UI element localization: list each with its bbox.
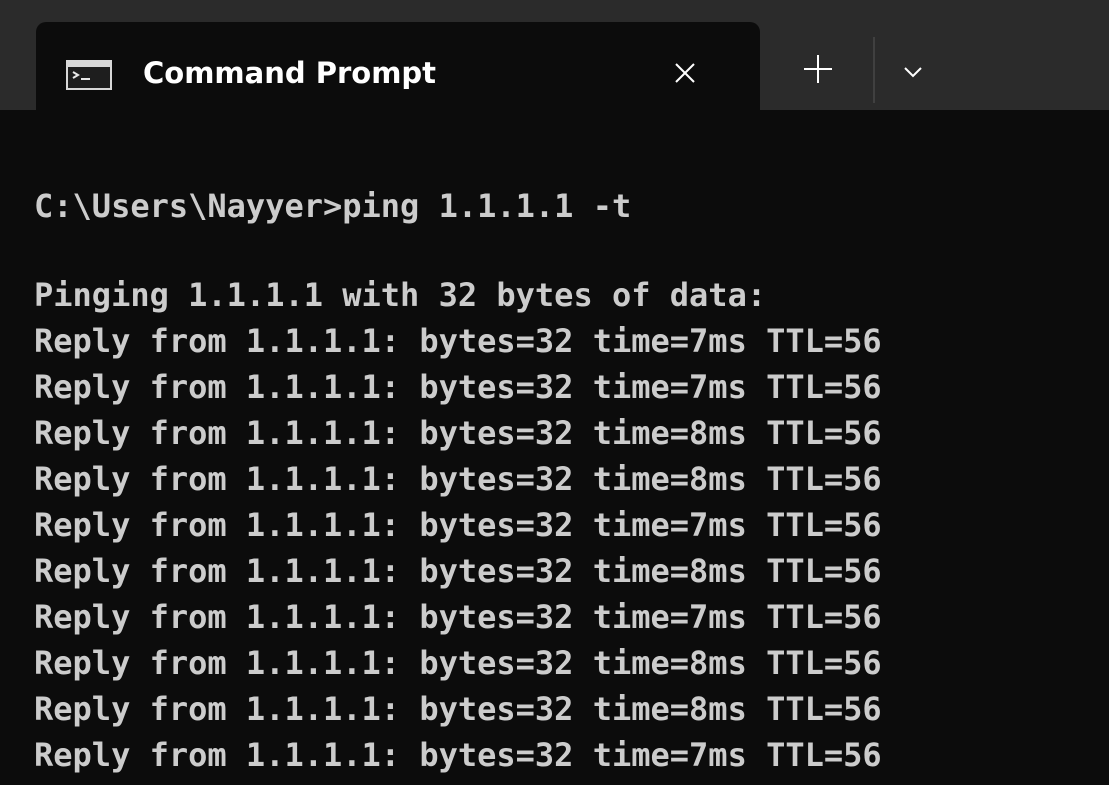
plus-icon[interactable] [796,47,840,91]
ping-header: Pinging 1.1.1.1 with 32 bytes of data: [34,276,767,314]
reply-line: Reply from 1.1.1.1: bytes=32 time=8ms TT… [34,414,882,452]
reply-line: Reply from 1.1.1.1: bytes=32 time=7ms TT… [34,598,882,636]
reply-line: Reply from 1.1.1.1: bytes=32 time=7ms TT… [34,506,882,544]
reply-line: Reply from 1.1.1.1: bytes=32 time=8ms TT… [34,552,882,590]
reply-line: Reply from 1.1.1.1: bytes=32 time=7ms TT… [34,322,882,360]
tab-divider [873,37,875,103]
reply-line: Reply from 1.1.1.1: bytes=32 time=7ms TT… [34,368,882,406]
command-line: C:\Users\Nayyer>ping 1.1.1.1 -t [34,187,632,225]
chevron-down-icon[interactable] [896,55,930,89]
tab-title: Command Prompt [143,56,437,90]
reply-line: Reply from 1.1.1.1: bytes=32 time=8ms TT… [34,644,882,682]
reply-line: Reply from 1.1.1.1: bytes=32 time=8ms TT… [34,690,882,728]
tab-command-prompt[interactable]: Command Prompt [36,22,760,132]
close-icon[interactable] [664,52,706,94]
terminal-output[interactable]: C:\Users\Nayyer>ping 1.1.1.1 -t Pinging … [0,132,1109,785]
reply-line: Reply from 1.1.1.1: bytes=32 time=8ms TT… [34,460,882,498]
cmd-icon [66,60,112,90]
reply-line: Reply from 1.1.1.1: bytes=32 time=7ms TT… [34,736,882,774]
